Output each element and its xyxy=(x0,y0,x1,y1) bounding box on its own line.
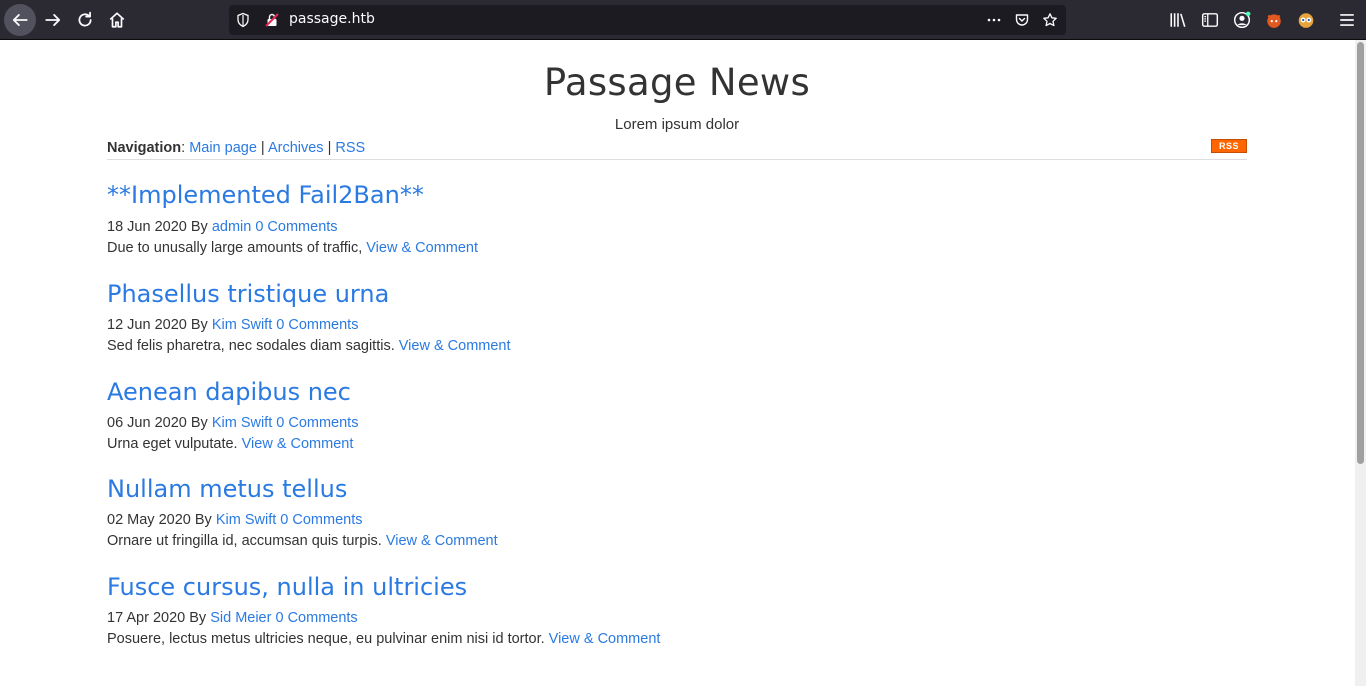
library-icon[interactable] xyxy=(1169,11,1187,29)
browser-toolbar: passage.htb xyxy=(0,0,1366,40)
post-author-link[interactable]: Sid Meier xyxy=(210,610,271,626)
post-comments-link[interactable]: 0 Comments xyxy=(255,219,337,235)
page-content: Passage News Lorem ipsum dolor Navigatio… xyxy=(107,40,1247,650)
home-button[interactable] xyxy=(101,4,133,36)
reload-button[interactable] xyxy=(69,4,101,36)
rss-badge-icon[interactable]: RSS xyxy=(1211,139,1247,153)
post-author-link[interactable]: Kim Swift xyxy=(216,512,276,528)
bookmark-star-icon[interactable] xyxy=(1042,12,1058,28)
reload-icon xyxy=(78,11,92,27)
menu-icon[interactable] xyxy=(1338,11,1356,29)
insecure-lock-icon[interactable] xyxy=(264,12,280,28)
post-by: By xyxy=(194,512,212,528)
post-by: By xyxy=(190,317,208,333)
more-icon[interactable] xyxy=(986,12,1002,28)
extension-owl-icon[interactable] xyxy=(1297,11,1315,29)
site-subtitle: Lorem ipsum dolor xyxy=(614,116,740,133)
post-excerpt: Posuere, lectus metus ultricies neque, e… xyxy=(107,629,1247,650)
post-item: Fusce cursus, nulla in ultricies 17 Apr … xyxy=(107,573,1247,650)
site-title: Passage News xyxy=(543,61,811,104)
post-title-link[interactable]: Phasellus tristique urna xyxy=(107,280,1247,308)
post-item: Aenean dapibus nec 06 Jun 2020 By Kim Sw… xyxy=(107,378,1247,455)
post-comments-link[interactable]: 0 Comments xyxy=(276,415,358,431)
post-title-link[interactable]: Aenean dapibus nec xyxy=(107,378,1247,406)
nav-main-page-link[interactable]: Main page xyxy=(189,140,257,156)
post-excerpt: Sed felis pharetra, nec sodales diam sag… xyxy=(107,336,1247,357)
post-comments-link[interactable]: 0 Comments xyxy=(276,317,358,333)
post-excerpt: Ornare ut fringilla id, accumsan quis tu… xyxy=(107,531,1247,552)
view-comment-link[interactable]: View & Comment xyxy=(386,533,498,549)
post-excerpt-text: Sed felis pharetra, nec sodales diam sag… xyxy=(107,338,395,354)
arrow-right-icon xyxy=(45,14,61,26)
url-text[interactable]: passage.htb xyxy=(289,11,375,27)
url-bar[interactable]: passage.htb xyxy=(229,5,1066,35)
pocket-icon[interactable] xyxy=(1014,12,1030,28)
account-icon[interactable] xyxy=(1233,11,1251,29)
post-by: By xyxy=(190,415,208,431)
nav-label: Navigation xyxy=(107,140,182,156)
navigation-bar: Navigation: Main page | Archives | RSS R… xyxy=(107,138,1247,160)
post-excerpt-text: Due to unusally large amounts of traffic… xyxy=(107,240,363,256)
post-date: 18 Jun 2020 xyxy=(107,219,187,235)
view-comment-link[interactable]: View & Comment xyxy=(242,436,354,452)
post-author-link[interactable]: Kim Swift xyxy=(212,415,272,431)
post-item: Nullam metus tellus 02 May 2020 By Kim S… xyxy=(107,475,1247,552)
scrollbar-thumb[interactable] xyxy=(1357,42,1364,464)
nav-rss-link[interactable]: RSS xyxy=(335,140,365,156)
home-icon xyxy=(109,12,125,28)
post-by: By xyxy=(190,219,208,235)
post-excerpt-text: Ornare ut fringilla id, accumsan quis tu… xyxy=(107,533,382,549)
post-comments-link[interactable]: 0 Comments xyxy=(275,610,357,626)
post-meta: 06 Jun 2020 By Kim Swift 0 Comments xyxy=(107,413,1247,434)
post-date: 12 Jun 2020 xyxy=(107,317,187,333)
post-meta: 12 Jun 2020 By Kim Swift 0 Comments xyxy=(107,315,1247,336)
extension-fox-icon[interactable] xyxy=(1265,11,1283,29)
post-excerpt: Urna eget vulputate. View & Comment xyxy=(107,434,1247,455)
shield-icon[interactable] xyxy=(235,12,251,28)
back-button[interactable] xyxy=(4,4,36,36)
post-date: 02 May 2020 xyxy=(107,512,191,528)
post-meta: 02 May 2020 By Kim Swift 0 Comments xyxy=(107,510,1247,531)
post-meta: 17 Apr 2020 By Sid Meier 0 Comments xyxy=(107,608,1247,629)
post-by: By xyxy=(189,610,207,626)
post-excerpt: Due to unusally large amounts of traffic… xyxy=(107,238,1247,259)
sidebar-icon[interactable] xyxy=(1201,11,1219,29)
forward-button[interactable] xyxy=(37,4,69,36)
nav-archives-link[interactable]: Archives xyxy=(268,140,324,156)
view-comment-link[interactable]: View & Comment xyxy=(399,338,511,354)
post-author-link[interactable]: Kim Swift xyxy=(212,317,272,333)
page-scrollbar[interactable] xyxy=(1355,40,1366,686)
post-item: **Implemented Fail2Ban** 18 Jun 2020 By … xyxy=(107,181,1247,259)
view-comment-link[interactable]: View & Comment xyxy=(549,631,661,647)
post-date: 06 Jun 2020 xyxy=(107,415,187,431)
post-date: 17 Apr 2020 xyxy=(107,610,186,626)
post-title-link[interactable]: Fusce cursus, nulla in ultricies xyxy=(107,573,1247,601)
post-item: Phasellus tristique urna 12 Jun 2020 By … xyxy=(107,280,1247,357)
post-title-link[interactable]: Nullam metus tellus xyxy=(107,475,1247,503)
post-excerpt-text: Urna eget vulputate. xyxy=(107,436,238,452)
post-comments-link[interactable]: 0 Comments xyxy=(280,512,362,528)
post-meta: 18 Jun 2020 By admin 0 Comments xyxy=(107,217,1247,238)
view-comment-link[interactable]: View & Comment xyxy=(366,240,478,256)
post-excerpt-text: Posuere, lectus metus ultricies neque, e… xyxy=(107,631,545,647)
post-author-link[interactable]: admin xyxy=(212,219,252,235)
post-title-link[interactable]: **Implemented Fail2Ban** xyxy=(107,181,1247,209)
arrow-left-icon xyxy=(12,14,28,26)
